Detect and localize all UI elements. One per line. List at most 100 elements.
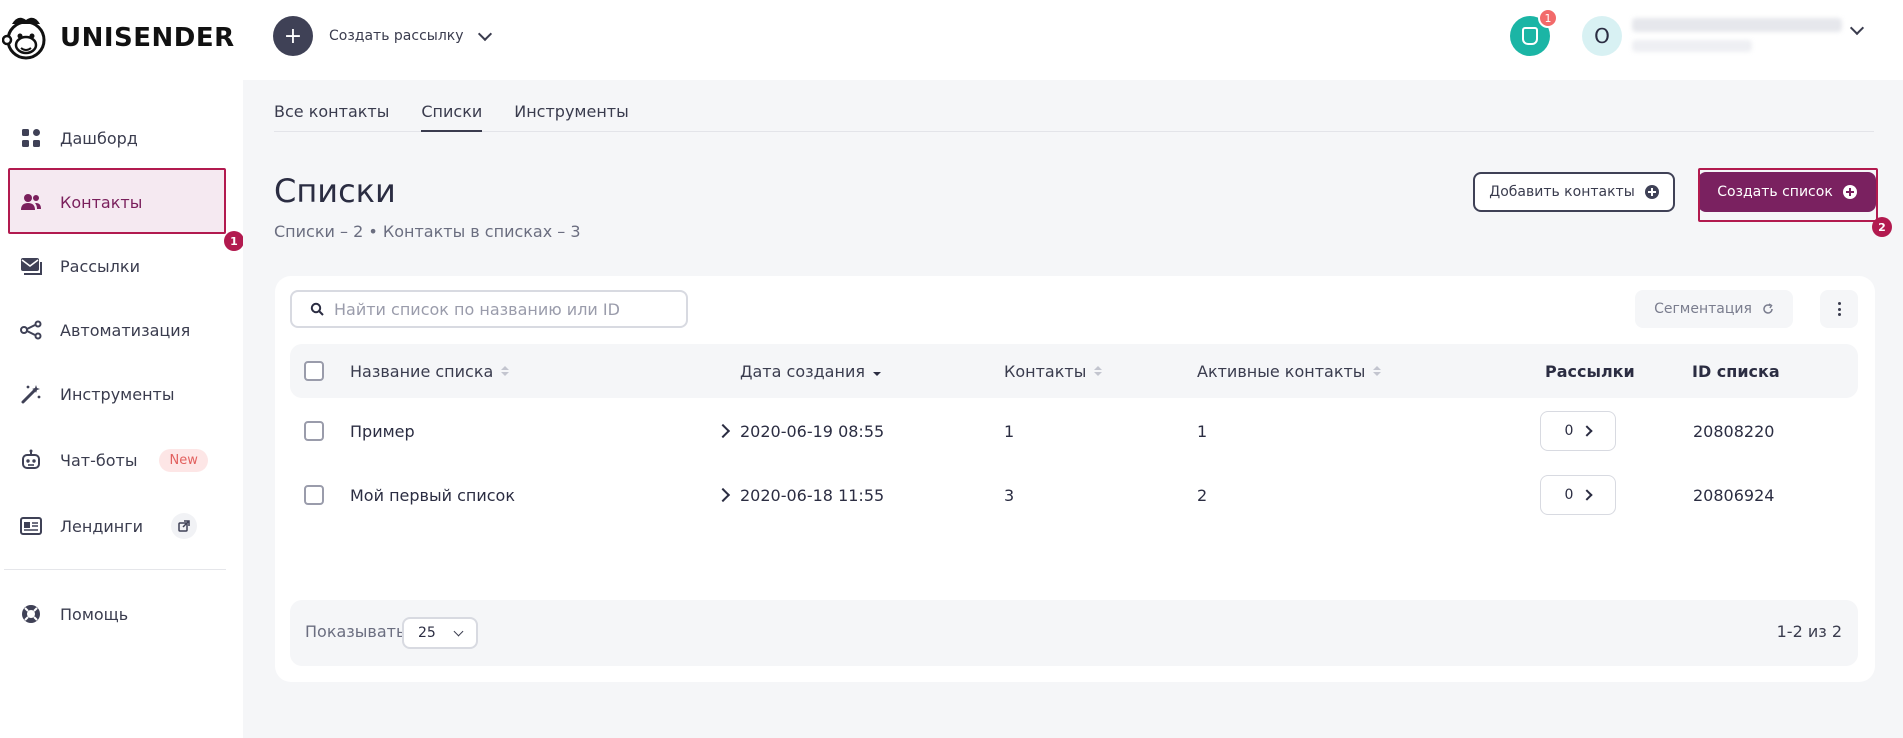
segmentation-button[interactable]: Сегментация	[1635, 290, 1793, 328]
user-account-info[interactable]	[1632, 18, 1842, 54]
table-row[interactable]: Пример 2020-06-19 08:55 1 1 0 20808220	[290, 399, 1858, 463]
search-icon	[310, 302, 324, 316]
column-header-campaigns: Рассылки	[1545, 361, 1635, 381]
page-subtitle: Списки – 2 • Контакты в списках – 3	[274, 222, 581, 241]
list-name[interactable]: Пример	[350, 399, 415, 463]
row-checkbox-cell	[304, 399, 324, 463]
main-content: Все контакты Списки Инструменты Списки С…	[243, 80, 1903, 738]
campaigns-count: 0	[1564, 487, 1574, 503]
contacts-count: 1	[1004, 421, 1015, 441]
select-all-cell	[304, 344, 324, 398]
table-header: Название списка Дата создания Контакты А…	[290, 344, 1858, 398]
automation-nodes-icon	[20, 319, 42, 341]
column-header-created[interactable]: Дата создания	[740, 344, 881, 398]
sidebar-item-dashboard[interactable]: Дашборд	[10, 106, 226, 170]
account-menu-chevron-icon[interactable]	[1849, 20, 1865, 36]
logo[interactable]: UNISENDER	[2, 12, 235, 64]
sidebar-item-landings[interactable]: Лендинги	[10, 494, 226, 558]
plus-icon[interactable]: +	[273, 16, 313, 56]
sidebar-item-campaigns[interactable]: Рассылки	[10, 234, 226, 298]
sidebar-item-help[interactable]: Помощь	[10, 582, 226, 646]
plus-circle-icon	[1644, 185, 1659, 199]
sidebar-item-label: Дашборд	[60, 128, 138, 148]
campaigns-cell: 0	[1540, 463, 1616, 527]
per-page-label: Показывать:	[305, 622, 411, 641]
column-label: Название списка	[350, 361, 494, 381]
campaigns-button[interactable]: 0	[1540, 411, 1616, 451]
create-campaign-label: Создать рассылку	[329, 28, 464, 44]
robot-icon	[20, 449, 42, 471]
column-header-list-id: ID списка	[1692, 361, 1780, 381]
brand-name: UNISENDER	[60, 23, 235, 53]
campaigns-button[interactable]: 0	[1540, 475, 1616, 515]
tab-tools[interactable]: Инструменты	[514, 80, 629, 132]
list-name[interactable]: Мой первый список	[350, 463, 515, 527]
sidebar: Дашборд Контакты Рассылки Автоматизация …	[0, 80, 243, 738]
notification-count-badge: 1	[1538, 8, 1558, 28]
sidebar-item-automation[interactable]: Автоматизация	[10, 298, 226, 362]
annotation-marker-1: 1	[224, 231, 244, 251]
row-chevron-right-icon[interactable]	[715, 463, 731, 527]
sidebar-item-label: Инструменты	[60, 384, 175, 404]
sidebar-item-label: Рассылки	[60, 256, 140, 276]
sort-desc-icon	[872, 366, 881, 376]
new-badge: New	[159, 448, 208, 472]
row-chevron-right-icon[interactable]	[715, 399, 731, 463]
add-contacts-button[interactable]: Добавить контакты	[1473, 172, 1675, 212]
column-header-active-contacts[interactable]: Активные контакты	[1197, 344, 1382, 398]
select-all-checkbox[interactable]	[304, 361, 324, 381]
create-campaign-dropdown[interactable]: + Создать рассылку	[273, 16, 492, 56]
per-page-value: 25	[418, 625, 436, 641]
chevron-down-icon	[453, 626, 464, 636]
tab-all-contacts[interactable]: Все контакты	[274, 80, 389, 132]
created-date: 2020-06-18 11:55	[740, 485, 885, 505]
tab-lists[interactable]: Списки	[421, 80, 483, 132]
annotation-marker-2: 2	[1872, 217, 1892, 237]
add-contacts-label: Добавить контакты	[1489, 184, 1635, 200]
chevron-down-icon	[477, 26, 492, 41]
chevron-right-icon	[1581, 425, 1594, 437]
sidebar-item-tools[interactable]: Инструменты	[10, 362, 226, 426]
dashboard-grid-icon	[20, 127, 42, 149]
row-checkbox[interactable]	[304, 421, 324, 441]
create-list-label: Создать список	[1717, 184, 1833, 200]
column-header-contacts[interactable]: Контакты	[1004, 344, 1103, 398]
sidebar-item-label: Помощь	[60, 604, 129, 624]
external-link-icon[interactable]	[171, 513, 198, 539]
lists-card: Сегментация Название списка Дата создани…	[275, 276, 1875, 682]
column-label: Контакты	[1004, 361, 1087, 381]
create-list-button[interactable]: Создать список	[1698, 172, 1876, 212]
sidebar-item-label: Лендинги	[60, 516, 144, 536]
column-header-name[interactable]: Название списка	[350, 344, 510, 398]
contacts-count: 3	[1004, 485, 1015, 505]
table-footer: Показывать: 25 1-2 из 2	[290, 600, 1858, 666]
notifications-button[interactable]: 1	[1510, 8, 1558, 56]
sidebar-item-contacts[interactable]: Контакты	[10, 170, 226, 234]
sort-icon	[501, 366, 510, 376]
avatar[interactable]: O	[1582, 16, 1622, 56]
pagination-info: 1-2 из 2	[1776, 622, 1842, 641]
search-field[interactable]	[290, 290, 688, 328]
sidebar-item-label: Автоматизация	[60, 320, 191, 340]
help-lifebuoy-icon	[20, 603, 42, 625]
row-checkbox[interactable]	[304, 485, 324, 505]
landing-page-icon	[20, 515, 42, 537]
page-title: Списки	[274, 172, 396, 210]
more-options-button[interactable]	[1820, 290, 1858, 328]
per-page-select[interactable]: 25	[402, 617, 478, 649]
segmentation-label: Сегментация	[1654, 301, 1752, 317]
top-bar: UNISENDER + Создать рассылку 1 O	[0, 0, 1903, 80]
more-vertical-icon	[1837, 302, 1841, 316]
table-row[interactable]: Мой первый список 2020-06-18 11:55 3 2 0…	[290, 463, 1858, 527]
sort-icon	[1094, 366, 1103, 376]
active-contacts-count: 1	[1197, 421, 1208, 441]
chevron-right-icon	[1581, 489, 1594, 501]
created-date: 2020-06-19 08:55	[740, 421, 885, 441]
active-contacts-count: 2	[1197, 485, 1208, 505]
sort-icon	[1373, 366, 1382, 376]
search-input[interactable]	[334, 299, 674, 319]
inbox-icon	[1522, 27, 1538, 45]
sidebar-item-chatbots[interactable]: Чат-боты New	[10, 428, 226, 492]
tab-bar: Все контакты Списки Инструменты	[274, 80, 1874, 132]
campaigns-count: 0	[1564, 423, 1574, 439]
